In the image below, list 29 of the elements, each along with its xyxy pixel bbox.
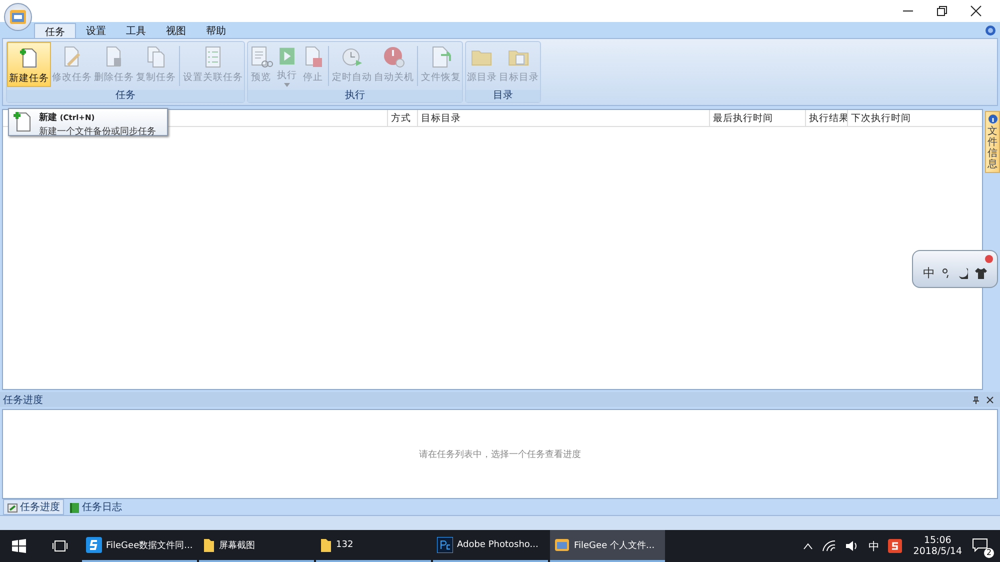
taskbar-item[interactable]: Adobe Photosho... (433, 530, 548, 562)
panel-tab[interactable]: 任务进度 (3, 499, 64, 515)
menu-tab[interactable]: 视图 (156, 23, 196, 38)
ribbon-button[interactable]: 新建任务 (7, 42, 51, 87)
taskbar-item[interactable]: 屏幕截图 (199, 530, 314, 562)
group-title: 执行 (248, 90, 462, 102)
group-title: 目录 (466, 90, 540, 102)
taskbar-item[interactable]: FileGee 个人文件... (550, 530, 665, 562)
notification-count: 2 (984, 548, 994, 558)
notification-button[interactable]: 2 (972, 538, 992, 554)
clock[interactable]: 15:06 2018/5/14 (913, 535, 962, 557)
ime-mode[interactable]: 中 (922, 264, 935, 282)
panel-title: 任务进度 (3, 394, 43, 406)
column-header[interactable]: 目标目录 (417, 110, 709, 126)
taskbar-item[interactable]: 132 (316, 530, 431, 562)
taskbar-item[interactable]: FileGee数据文件同... (82, 530, 197, 562)
menu-tab[interactable]: 帮助 (196, 23, 236, 38)
column-header[interactable]: 方式 (387, 110, 417, 126)
group-title: 任务 (7, 90, 244, 102)
ime-indicator[interactable]: 中 (868, 538, 880, 554)
menu-tab[interactable]: 任务 (34, 23, 76, 38)
column-header[interactable]: 最后执行时间 (709, 110, 805, 126)
side-tab[interactable]: 文件信息 (985, 111, 1000, 173)
column-header[interactable]: 下次执行时间 (847, 110, 971, 126)
panel-tab[interactable]: 任务日志 (66, 499, 125, 515)
empty-message: 请在任务列表中，选择一个任务查看进度 (419, 448, 581, 460)
menu-tab[interactable]: 工具 (116, 23, 156, 38)
tooltip-description: 新建一个文件备份或同步任务 (39, 126, 156, 138)
menu-tab[interactable]: 设置 (76, 23, 116, 38)
